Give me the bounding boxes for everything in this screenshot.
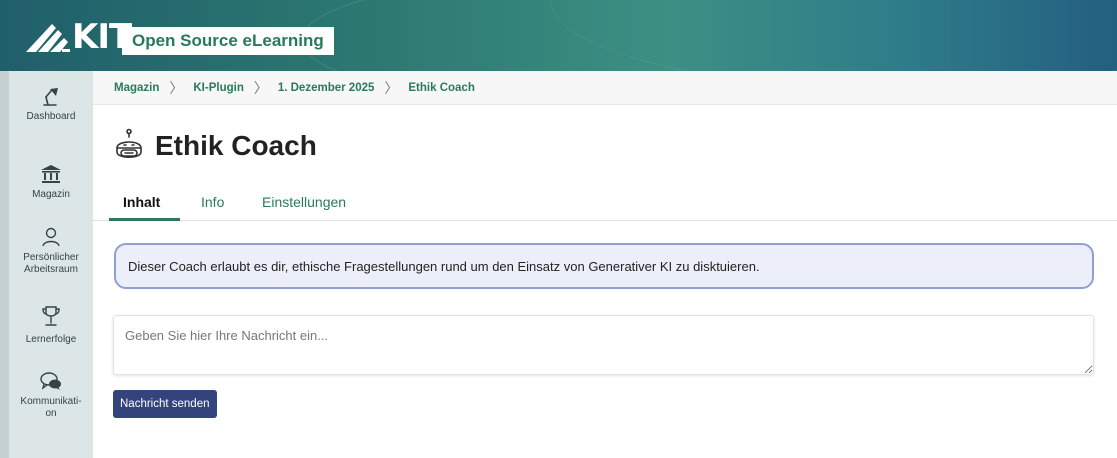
top-header: KIT Open Source eLearning <box>0 0 1117 71</box>
person-icon <box>42 227 60 247</box>
rail-label: Dashboard <box>26 111 76 122</box>
tab-inhalt[interactable]: Inhalt <box>123 194 160 210</box>
rail-item-magazin[interactable]: Magazin <box>9 163 93 201</box>
page-title: Ethik Coach <box>155 130 317 161</box>
speech-bubbles-icon <box>40 372 61 390</box>
brand-text: Open Source eLearning <box>132 31 324 50</box>
main-menu-rail: Dashboard Magazin Persönlicher Arbeitsra… <box>0 71 93 458</box>
robot-icon <box>116 128 142 159</box>
page-header: Ethik Coach <box>113 126 317 166</box>
kit-logo[interactable]: KIT <box>26 20 132 54</box>
rail-label-line1: Kommunikati- <box>20 396 82 407</box>
tab-bar: Inhalt Info Einstellungen <box>93 190 1117 221</box>
chevron-right-icon: 〉 <box>253 79 268 96</box>
rail-item-learning-achievements[interactable]: Lernerfolge <box>9 304 93 346</box>
bank-building-icon <box>41 165 61 183</box>
rail-item-dashboard[interactable]: Dashboard <box>9 85 93 123</box>
trophy-icon <box>42 306 60 326</box>
coach-intro-text: Dieser Coach erlaubt es dir, ethische Fr… <box>128 258 760 274</box>
breadcrumb-item[interactable]: 1. Dezember 2025 <box>278 82 375 94</box>
breadcrumb-item-current[interactable]: Ethik Coach <box>408 82 474 94</box>
desk-lamp-icon <box>43 88 58 106</box>
rail-label-line1: Persönlicher <box>23 252 79 263</box>
rail-label-line2: on <box>45 408 57 419</box>
message-input[interactable] <box>113 315 1094 375</box>
active-tab-indicator <box>109 218 180 221</box>
brand-label[interactable]: Open Source eLearning <box>122 27 334 55</box>
chevron-right-icon: 〉 <box>169 79 184 96</box>
chevron-right-icon: 〉 <box>384 79 399 96</box>
breadcrumb-item[interactable]: KI-Plugin <box>193 82 243 94</box>
breadcrumb-item[interactable]: Magazin <box>114 82 159 94</box>
rail-label-line2: Arbeitsraum <box>24 264 78 275</box>
rail-item-communication[interactable]: Kommunikati- on <box>9 370 93 420</box>
tab-info[interactable]: Info <box>201 194 224 210</box>
breadcrumb: Magazin 〉 KI-Plugin 〉 1. Dezember 2025 〉… <box>93 71 1117 105</box>
rail-label: Magazin <box>32 189 70 200</box>
send-message-button[interactable]: Nachricht senden <box>113 390 217 418</box>
rail-item-personal-workspace[interactable]: Persönlicher Arbeitsraum <box>9 226 93 276</box>
coach-intro-box: Dieser Coach erlaubt es dir, ethische Fr… <box>114 243 1094 289</box>
tab-einstellungen[interactable]: Einstellungen <box>262 194 346 210</box>
kit-logo-mark-icon <box>26 24 70 52</box>
rail-label: Lernerfolge <box>25 334 77 345</box>
